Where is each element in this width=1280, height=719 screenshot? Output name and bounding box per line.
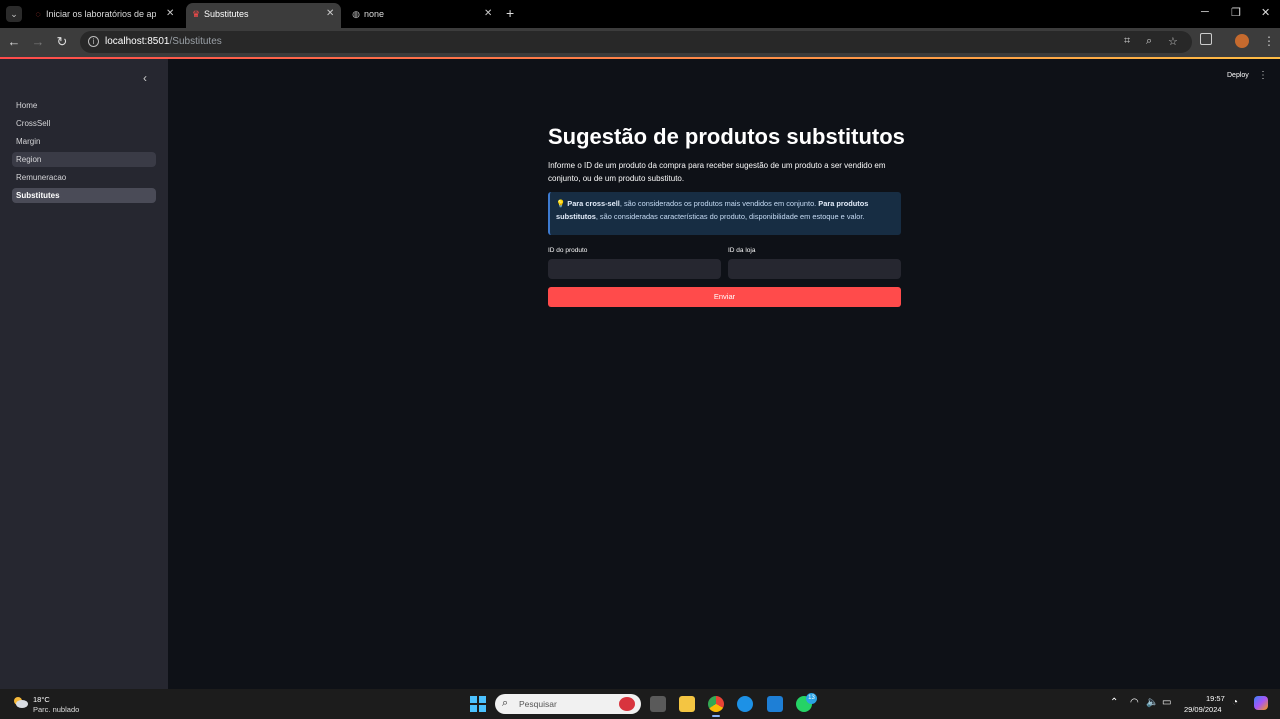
tab-label: Substitutes bbox=[204, 9, 249, 19]
address-bar[interactable]: i localhost:8501/Substitutes ⌗ ⌕ ☆ bbox=[80, 31, 1192, 53]
new-tab-button[interactable]: + bbox=[506, 6, 514, 20]
weather-icon[interactable] bbox=[12, 695, 28, 709]
forward-icon[interactable]: → bbox=[30, 34, 46, 50]
sidebar-item-crosssell[interactable]: CrossSell bbox=[12, 116, 156, 131]
product-id-label: ID do produto bbox=[548, 247, 588, 254]
sidebar-item-margin[interactable]: Margin bbox=[12, 134, 156, 149]
globe-icon: ◍ bbox=[352, 9, 360, 19]
wifi-icon[interactable]: ◠ bbox=[1130, 697, 1139, 708]
copilot-icon[interactable] bbox=[1254, 696, 1268, 710]
task-view-icon[interactable] bbox=[650, 696, 666, 712]
translate-icon[interactable]: ⌗ bbox=[1124, 35, 1130, 48]
tab-label: none bbox=[364, 9, 385, 19]
volume-icon[interactable]: 🔈 bbox=[1146, 697, 1158, 708]
collapse-sidebar-icon[interactable]: ‹ bbox=[143, 71, 147, 85]
clock-time[interactable]: 19:57 bbox=[1206, 694, 1225, 703]
tab-substitutes[interactable]: ♛ Substitutes ✕ bbox=[186, 3, 341, 28]
page-description: Informe o ID de um produto da compra par… bbox=[548, 161, 886, 183]
window-close-icon[interactable]: ✕ bbox=[1261, 6, 1270, 19]
taskbar: 18°C Parc. nublado ⌕ Pesquisar ⌃ ◠ 🔈 ▭ 1… bbox=[0, 689, 1280, 719]
search-icon: ⌕ bbox=[502, 697, 509, 709]
reload-icon[interactable]: ↻ bbox=[54, 34, 70, 50]
url-text: localhost:8501/Substitutes bbox=[105, 36, 222, 47]
info-alert: 💡 Para cross-sell, são considerados os p… bbox=[548, 192, 901, 235]
tab-labs[interactable]: ◌ Iniciar os laboratórios de aprendizado… bbox=[28, 3, 178, 28]
deploy-button[interactable]: Deploy bbox=[1227, 72, 1249, 79]
profile-avatar[interactable] bbox=[1235, 34, 1249, 48]
file-explorer-icon[interactable] bbox=[679, 696, 695, 712]
sidebar-item-remuneracao[interactable]: Remuneracao bbox=[12, 170, 156, 185]
info-text-crosssell: , são considerados os produtos mais vend… bbox=[619, 199, 819, 208]
weather-temperature: 18°C bbox=[33, 695, 50, 704]
browser-menu-icon[interactable]: ⋮ bbox=[1263, 34, 1275, 48]
back-icon[interactable]: ← bbox=[6, 34, 22, 50]
battery-icon[interactable]: ▭ bbox=[1162, 697, 1171, 708]
sidebar: ‹ Home CrossSell Margin Region Remunerac… bbox=[0, 59, 168, 689]
store-id-label: ID da loja bbox=[728, 247, 756, 254]
taskbar-search[interactable]: ⌕ Pesquisar bbox=[495, 694, 641, 714]
weather-description: Parc. nublado bbox=[33, 705, 80, 714]
zoom-icon[interactable]: ⌕ bbox=[1146, 35, 1152, 48]
site-info-icon[interactable]: i bbox=[88, 36, 99, 47]
tray-overflow-icon[interactable]: ⌃ bbox=[1110, 697, 1118, 708]
main-menu-icon[interactable]: ⋮ bbox=[1258, 70, 1268, 81]
docker-icon[interactable] bbox=[737, 696, 753, 712]
sidebar-item-substitutes[interactable]: Substitutes bbox=[12, 188, 156, 203]
chrome-icon[interactable] bbox=[708, 696, 724, 717]
tab-none[interactable]: ◍ none ✕ bbox=[346, 3, 496, 28]
bookmark-star-icon[interactable]: ☆ bbox=[1168, 35, 1178, 48]
search-highlight-icon bbox=[619, 697, 635, 711]
extensions-icon[interactable] bbox=[1200, 33, 1212, 45]
close-icon[interactable]: ✕ bbox=[166, 3, 174, 25]
close-icon[interactable]: ✕ bbox=[484, 3, 492, 25]
vscode-icon[interactable] bbox=[767, 696, 783, 712]
clock-date[interactable]: 29/09/2024 bbox=[1184, 705, 1222, 714]
start-button[interactable] bbox=[470, 696, 486, 712]
page-title: Sugestão de produtos substitutos bbox=[548, 124, 905, 149]
minimize-icon[interactable]: ─ bbox=[1201, 6, 1209, 18]
browser-toolbar: ← → ↻ i localhost:8501/Substitutes ⌗ ⌕ ☆ bbox=[0, 28, 1280, 57]
browser-tab-strip: ⌄ ◌ Iniciar os laboratórios de aprendiza… bbox=[0, 0, 1280, 28]
whatsapp-badge: 13 bbox=[806, 693, 817, 704]
sidebar-item-home[interactable]: Home bbox=[12, 98, 156, 113]
streamlit-icon: ♛ bbox=[191, 9, 201, 19]
tab-search-button[interactable]: ⌄ bbox=[6, 6, 22, 22]
submit-button[interactable]: Enviar bbox=[548, 287, 901, 307]
tab-label: Iniciar os laboratórios de aprendizado bbox=[46, 9, 156, 19]
lightbulb-icon: 💡 bbox=[556, 199, 566, 208]
search-placeholder: Pesquisar bbox=[519, 699, 557, 709]
notification-icon[interactable]: ◔ bbox=[1232, 697, 1238, 708]
store-id-input[interactable] bbox=[728, 259, 901, 279]
info-text-substitutes: , são consideradas características do pr… bbox=[595, 212, 865, 221]
info-bold-crosssell: Para cross-sell bbox=[567, 199, 620, 208]
streamlit-header-decoration bbox=[0, 57, 1280, 59]
spinner-icon: ◌ bbox=[35, 9, 41, 19]
product-id-input[interactable] bbox=[548, 259, 721, 279]
sidebar-item-region[interactable]: Region bbox=[12, 152, 156, 167]
restore-icon[interactable]: ❐ bbox=[1231, 6, 1241, 19]
close-icon[interactable]: ✕ bbox=[326, 3, 334, 25]
